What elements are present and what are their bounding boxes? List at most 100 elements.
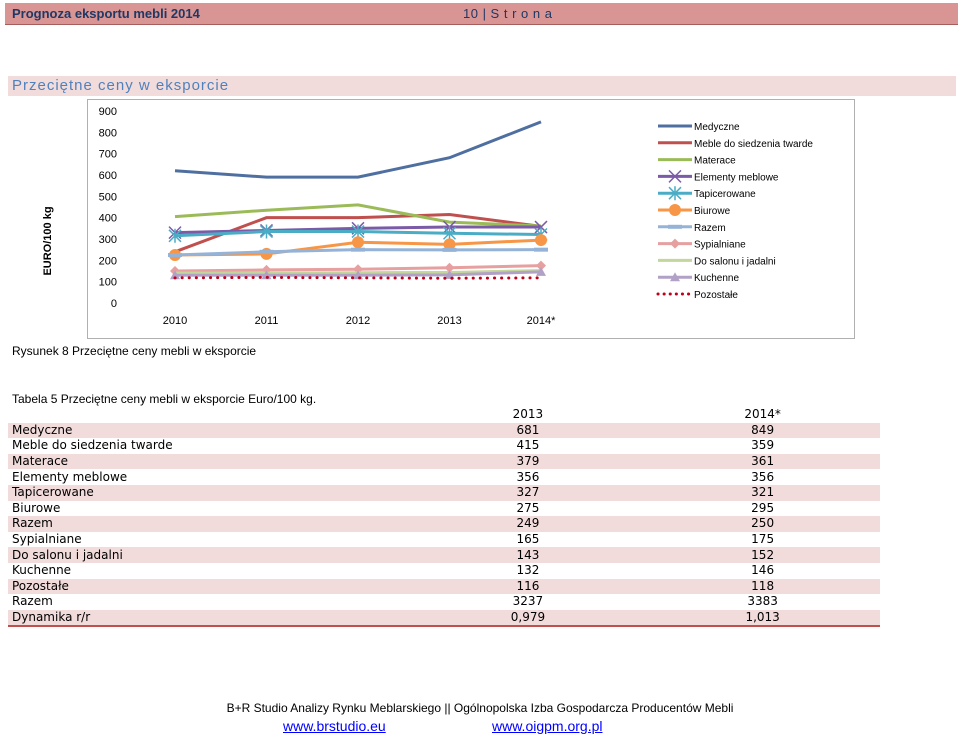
table-row: Razem 249 250 [8, 516, 880, 532]
table-cell-label: Meble do siedzenia twarde [12, 438, 173, 453]
table-row: Meble do siedzenia twarde 415 359 [8, 438, 880, 454]
table-row: Sypialniane 165 175 [8, 532, 880, 548]
table-cell-value: 116 [516, 578, 540, 593]
series-line-0 [174, 120, 542, 179]
table-cell-value: 152 [751, 547, 775, 562]
legend-marker [670, 238, 680, 249]
legend-label: Biurowe [694, 206, 731, 217]
legend-label: Kuchenne [694, 273, 739, 284]
x-tick-label: 2010 [163, 315, 187, 327]
table-cell-value: 3237 [512, 594, 544, 609]
legend-label: Medyczne [694, 122, 740, 133]
table-cell-value: 356 [751, 469, 775, 484]
table-cell-label: Do salonu i jadalni [12, 547, 123, 562]
table-cell-value: 415 [516, 438, 540, 453]
table-row: Medyczne 681 849 [8, 422, 880, 439]
y-tick-label: 200 [99, 255, 117, 267]
table-cell-value: 250 [751, 516, 775, 531]
data-point [534, 247, 548, 252]
legend-label: Tapicerowane [694, 189, 756, 200]
table-cell-value: 275 [516, 500, 540, 515]
table-cell-label: Biurowe [12, 500, 61, 515]
table-header-2013: 2013 [512, 407, 544, 422]
footer-link-brstudio[interactable]: www.brstudio.eu [283, 718, 386, 734]
table-cell-value: 1,013 [645, 609, 880, 628]
table-header-name [8, 407, 411, 423]
price-table: 2013 2014* Medyczne 681 849 Meble do siedze… [8, 407, 880, 628]
table-cell-label: Materace [12, 454, 69, 469]
y-tick-label: 500 [99, 191, 117, 203]
legend-label: Elementy meblowe [694, 172, 779, 183]
data-point [351, 247, 365, 252]
table-cell-value: 681 [516, 422, 540, 437]
legend-label: Razem [694, 223, 726, 234]
legend-label: Materace [694, 156, 736, 167]
table-row: Elementy meblowe 356 356 [8, 469, 880, 485]
table-row: Biurowe 275 295 [8, 501, 880, 517]
table-header-2014: 2014* [744, 407, 781, 422]
table-cell-label: Razem [12, 516, 53, 531]
footer-text: B+R Studio Analizy Rynku Meblarskiego ||… [226, 701, 734, 715]
table-cell-label: Pozostałe [12, 578, 69, 593]
table-cell-label: Tapicerowane [12, 485, 94, 500]
table-row: Tapicerowane 327 321 [8, 484, 880, 501]
y-tick-label: 100 [99, 277, 117, 289]
footer-link-oigpm[interactable]: www.oigpm.org.pl [492, 718, 603, 734]
y-tick-label: 400 [99, 213, 117, 225]
table-row: Dynamika r/r 0,979 1,013 [8, 609, 880, 628]
table-cell-value: 132 [516, 563, 540, 578]
table-row: Materace 379 361 [8, 453, 880, 470]
table-row: Razem 3237 3383 [8, 594, 880, 610]
data-point [442, 247, 457, 252]
legend-marker [669, 204, 681, 216]
table-cell-value: 143 [516, 547, 540, 562]
table-cell-value: 249 [516, 516, 540, 531]
y-tick-label: 700 [99, 149, 117, 161]
figure-caption: Rysunek 8 Przeciętne ceny mebli w ekspor… [12, 344, 257, 358]
table-cell-value: 0,979 [410, 609, 646, 628]
legend-label: Pozostałe [694, 290, 738, 301]
table-cell-label: Sypialniane [12, 532, 82, 547]
table-cell-value: 321 [751, 485, 775, 500]
table-row: Kuchenne 132 146 [8, 563, 880, 579]
legend-label: Sypialniane [694, 240, 746, 251]
table-cell-label: Kuchenne [12, 563, 72, 578]
data-point [535, 234, 547, 247]
x-tick-label: 2014* [527, 315, 556, 327]
y-tick-label: 0 [111, 298, 117, 310]
table-cell-value: 327 [516, 485, 540, 500]
data-point [259, 249, 274, 254]
table-header-row: 2013 2014* [8, 407, 880, 423]
data-point [168, 253, 182, 257]
table-cell-value: 361 [751, 454, 775, 469]
table-cell-value: 175 [751, 532, 775, 547]
table-cell-value: 3383 [747, 594, 778, 609]
x-tick-label: 2013 [437, 315, 461, 327]
table-cell-label: Razem [12, 594, 53, 609]
x-tick-label: 2011 [255, 315, 279, 327]
table-cell-value: 165 [516, 532, 540, 547]
table-cell-label: Dynamika r/r [8, 609, 411, 628]
table-cell-value: 849 [751, 422, 775, 437]
table-cell-value: 356 [516, 469, 540, 484]
table-cell-value: 295 [751, 500, 775, 515]
y-tick-label: 800 [99, 127, 117, 139]
table-cell-label: Medyczne [12, 422, 73, 437]
table-cell-value: 379 [516, 454, 540, 469]
table-cell-value: 146 [751, 563, 775, 578]
data-point [352, 236, 364, 249]
table-cell-label: Elementy meblowe [12, 469, 128, 484]
legend-marker [668, 224, 682, 229]
y-tick-label: 300 [99, 234, 117, 246]
table-row: Pozostałe 116 118 [8, 578, 880, 595]
y-tick-label: 600 [99, 170, 117, 182]
legend-label: Do salonu i jadalni [694, 256, 776, 267]
table-caption: Tabela 5 Przeciętne ceny mebli w eksporc… [12, 392, 317, 406]
table-cell-value: 118 [751, 578, 775, 593]
y-tick-label: 900 [99, 106, 117, 118]
series-line-2 [174, 203, 542, 228]
x-tick-label: 2012 [346, 315, 370, 327]
table-cell-value: 359 [751, 438, 775, 453]
table-row: Do salonu i jadalni 143 152 [8, 547, 880, 563]
legend-label: Meble do siedzenia twarde [694, 139, 813, 150]
